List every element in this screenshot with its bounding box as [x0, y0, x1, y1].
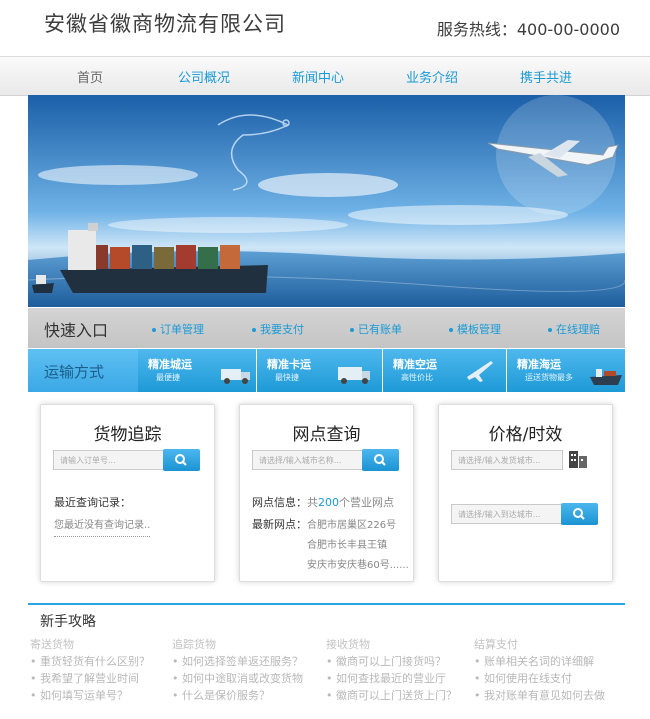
faq-item[interactable]: • 重货轻货有什么区别？ — [30, 653, 150, 670]
faq-column-head: 寄送货物 — [30, 638, 74, 651]
transport-title: 运输方式 — [44, 363, 105, 381]
transport-air-sub: 高性价比 — [401, 373, 433, 382]
faq-column-receive: 接收货物 • 徽商可以上门接货吗？ • 如何查找最近的营业厅 • 徽商可以上门送… — [326, 636, 457, 704]
header: 安徽省徽商物流有限公司 服务热线：400-00-0000 — [0, 0, 650, 56]
quick-link-existing-bills[interactable]: 已有账单 — [350, 321, 402, 337]
transport-truck-name: 精准卡运 — [267, 358, 311, 371]
company-name: 安徽省徽商物流有限公司 — [44, 12, 286, 36]
tracking-recent-empty: 您最近没有查询记录.. — [54, 520, 151, 531]
quick-link-template-management[interactable]: 模板管理 — [449, 321, 501, 337]
faq-column-head: 追踪货物 — [172, 638, 216, 651]
divider — [54, 536, 150, 537]
outlet-info-label: 网点信息： — [252, 496, 307, 509]
nav-business[interactable]: 业务介绍 — [392, 67, 472, 86]
faq-item[interactable]: • 什么是保价服务？ — [172, 687, 303, 704]
quick-link-online-claims[interactable]: 在线理赔 — [548, 321, 600, 337]
transport-air[interactable]: 精准空运 高性价比 — [382, 349, 501, 392]
nav-news-center[interactable]: 新闻中心 — [278, 67, 358, 86]
outlet-latest-2[interactable]: 合肥市长丰县王镇 — [307, 536, 387, 551]
outlet-card: 网点查询 请选择/输入城市名称... 网点信息：共200个营业网点 最新网点： … — [239, 404, 414, 582]
search-icon — [573, 508, 585, 520]
faq-column-head: 接收货物 — [326, 638, 370, 651]
quick-link-order-management[interactable]: 订单管理 — [152, 321, 204, 337]
outlet-latest-3[interactable]: 安庆市安庆巷60号...... — [307, 556, 409, 571]
quick-link-payment[interactable]: 我要支付 — [252, 321, 304, 337]
pricing-destination-input[interactable]: 请选择/输入到达城市... — [451, 504, 563, 524]
nav-company-overview[interactable]: 公司概况 — [164, 67, 244, 86]
tracking-title: 货物追踪 — [93, 425, 162, 445]
faq-divider — [28, 603, 625, 605]
transport-city-name: 精准城运 — [148, 358, 192, 371]
truck-icon — [221, 369, 250, 384]
hero-banner — [28, 95, 625, 307]
main-nav: 首页 公司概况 新闻中心 业务介绍 携手共进 — [0, 56, 650, 96]
transport-truck-sub: 最快捷 — [275, 373, 299, 382]
search-icon — [175, 454, 187, 466]
faq-item[interactable]: • 如何使用在线支付 — [474, 670, 605, 687]
lorry-icon — [338, 367, 370, 384]
faq-item[interactable]: • 如何选择签单返还服务？ — [172, 653, 303, 670]
faq-item[interactable]: • 徽商可以上门接货吗？ — [326, 653, 457, 670]
faq-item[interactable]: • 如何填写运单号？ — [30, 687, 150, 704]
outlet-latest-1[interactable]: 合肥市居巢区226号 — [307, 516, 396, 531]
tracking-search-button[interactable] — [163, 449, 200, 471]
nav-partnership[interactable]: 携手共进 — [506, 67, 586, 86]
plane-icon — [467, 361, 493, 382]
quick-entry-title: 快速入口 — [44, 321, 109, 340]
faq-column-payment: 结算支付 • 账单相关名词的详细解 • 如何使用在线支付 • 我对账单有意见如何… — [474, 636, 605, 704]
pricing-search-button[interactable] — [561, 503, 598, 525]
faq-column-head: 结算支付 — [474, 638, 518, 651]
faq-item[interactable]: • 我希望了解营业时间 — [30, 670, 150, 687]
outlet-latest-label: 最新网点： — [252, 518, 307, 531]
transport-sea-name: 精准海运 — [517, 358, 561, 371]
quick-entry-bar: 快速入口 订单管理 我要支付 已有账单 模板管理 在线理赔 — [28, 308, 625, 348]
faq-item[interactable]: • 我对账单有意见如何去做 — [474, 687, 605, 704]
transport-sea[interactable]: 精准海运 运送货物最多 — [506, 349, 626, 392]
transport-city-sub: 最便捷 — [156, 373, 180, 382]
search-icon — [374, 454, 386, 466]
transport-sea-sub: 运送货物最多 — [525, 373, 573, 382]
faq-column-send: 寄送货物 • 重货轻货有什么区别？ • 我希望了解营业时间 • 如何填写运单号？ — [30, 636, 150, 704]
outlet-count: 200 — [318, 496, 339, 509]
faq-item[interactable]: • 账单相关名词的详细解 — [474, 653, 605, 670]
outlet-city-input[interactable]: 请选择/输入城市名称... — [252, 450, 364, 470]
outlet-info: 网点信息：共200个营业网点 — [252, 494, 394, 510]
outlet-info-post: 个营业网点 — [339, 496, 394, 509]
pricing-title: 价格/时效 — [488, 425, 563, 445]
faq-title: 新手攻略 — [40, 614, 96, 630]
outlet-info-pre: 共 — [307, 496, 318, 509]
outlet-search-button[interactable] — [362, 449, 399, 471]
banner-illustration — [28, 95, 625, 307]
transport-city[interactable]: 精准城运 最便捷 — [138, 349, 256, 392]
faq-item[interactable]: • 徽商可以上门送货上门？ — [326, 687, 457, 704]
ship-icon — [590, 369, 622, 385]
tracking-card: 货物追踪 请输入订单号... 最近查询记录： 您最近没有查询记录.. — [40, 404, 215, 582]
faq-item[interactable]: • 如何中途取消或改变货物 — [172, 670, 303, 687]
service-hotline: 服务热线：400-00-0000 — [436, 20, 620, 39]
outlet-title: 网点查询 — [292, 425, 361, 445]
pricing-card: 价格/时效 请选择/输入发货城市... 请选择/输入到达城市... — [438, 404, 613, 582]
city-building-icon[interactable] — [567, 448, 589, 470]
faq-item[interactable]: • 如何查找最近的营业厅 — [326, 670, 457, 687]
faq-column-track: 追踪货物 • 如何选择签单返还服务？ • 如何中途取消或改变货物 • 什么是保价… — [172, 636, 303, 704]
transport-air-name: 精准空运 — [393, 358, 437, 371]
transport-truck[interactable]: 精准卡运 最快捷 — [256, 349, 375, 392]
tracking-order-input[interactable]: 请输入订单号... — [53, 450, 165, 470]
pricing-origin-input[interactable]: 请选择/输入发货城市... — [451, 450, 563, 470]
transport-bar: 运输方式 精准城运 最便捷 精准卡运 最快捷 精准空运 高性价比 精准海运 运送… — [28, 349, 625, 392]
nav-home[interactable]: 首页 — [50, 67, 130, 86]
tracking-recent-label: 最近查询记录： — [54, 496, 131, 509]
